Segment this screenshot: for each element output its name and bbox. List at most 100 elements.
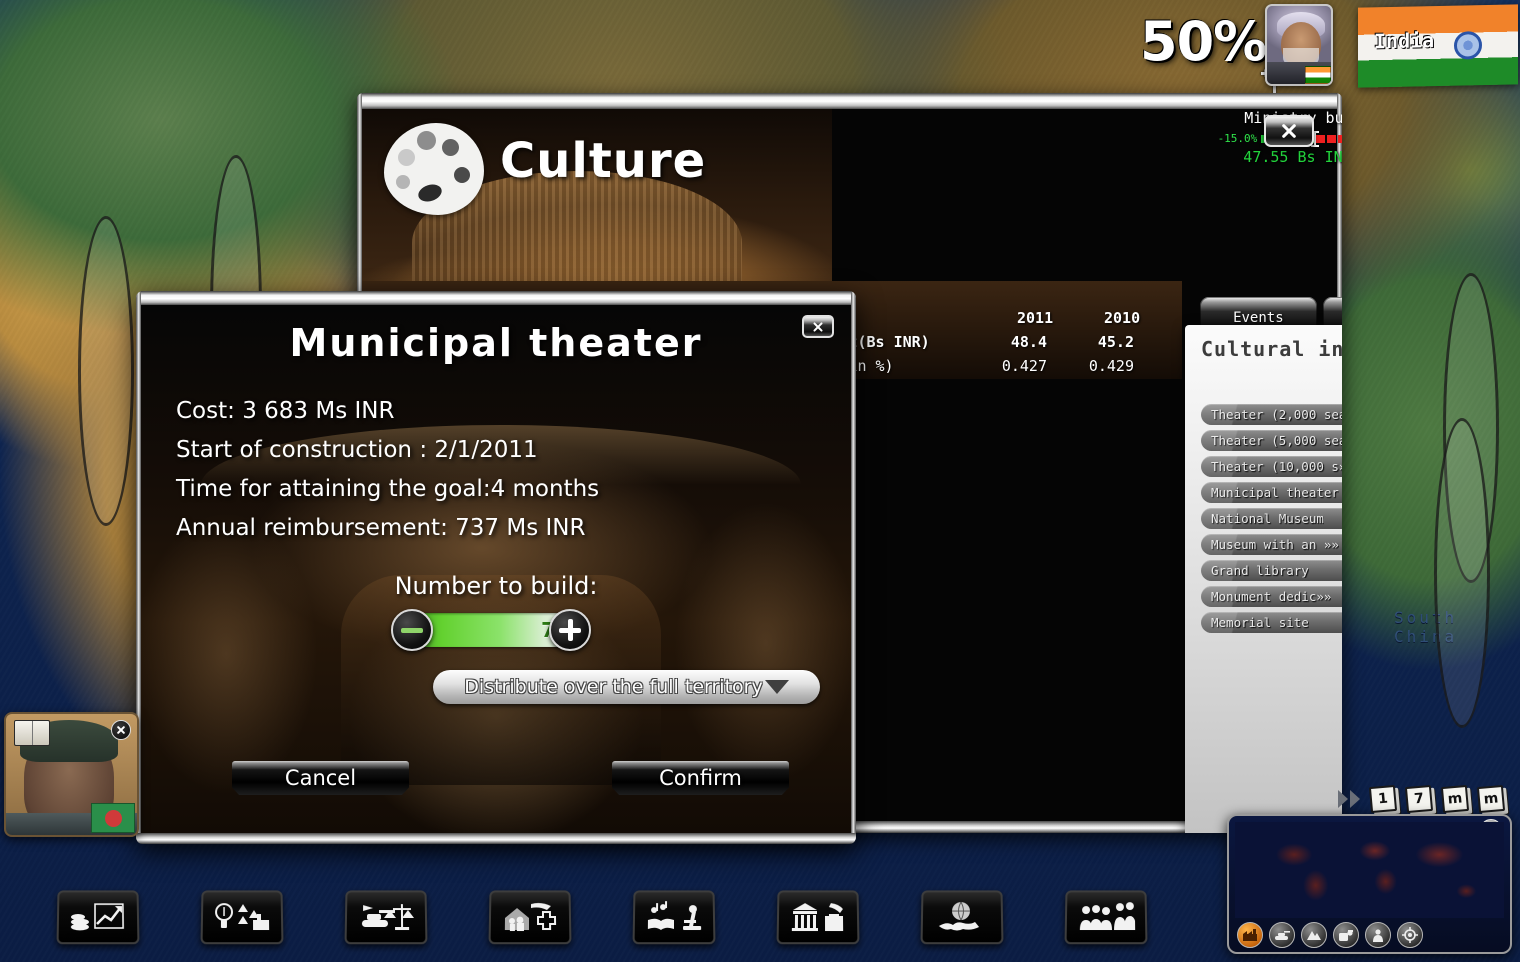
gauge-needle[interactable]: [1311, 130, 1320, 147]
construction-panel: Cultural institutions Actual Objective 2…: [1185, 325, 1342, 833]
table-row[interactable]: Theater (5,000 seats) 94 94 94: [1201, 429, 1342, 451]
speed-1-day-button[interactable]: 1: [1368, 784, 1398, 814]
leader-portrait[interactable]: [1265, 4, 1333, 86]
budget-indicators: Ministry budget -15.0% 15.0% 47.55 Bs IN…: [1157, 109, 1342, 194]
confirm-button[interactable]: Confirm: [612, 761, 789, 795]
ministry-housing-health-button[interactable]: [488, 890, 572, 945]
population-layer-button[interactable]: [1365, 922, 1391, 948]
resources-layer-button[interactable]: [1333, 922, 1359, 948]
stats-row-current: 0.427: [1001, 357, 1047, 375]
stats-year-previous: 2010: [1104, 309, 1141, 327]
city-marker[interactable]: [1434, 418, 1490, 728]
distribution-value: Distribute over the full territory: [464, 676, 763, 698]
ministry-energy-environment-button[interactable]: [200, 890, 284, 945]
minimap-world[interactable]: [1235, 822, 1504, 918]
panel-title: Cultural institutions: [1201, 337, 1342, 361]
decrease-button[interactable]: [391, 609, 433, 651]
row-name-cell[interactable]: Theater (10,000 s»» 28: [1201, 455, 1342, 477]
game-speed-controls: 1 7 m m: [1338, 784, 1506, 814]
speed-7-days-button[interactable]: 7: [1404, 784, 1434, 814]
ministry-education-research-button[interactable]: [632, 890, 716, 945]
distribution-select[interactable]: Distribute over the full territory: [433, 670, 820, 704]
fast-forward-icon[interactable]: [1338, 790, 1360, 808]
minimap-panel[interactable]: JAN 2011 01:00: [1227, 814, 1512, 954]
target-icon: [1402, 927, 1418, 943]
ministry-defense-justice-button[interactable]: [344, 890, 428, 945]
speed-months-button[interactable]: m: [1476, 784, 1506, 814]
stats-row-previous: 0.429: [1088, 357, 1134, 375]
palette-icon: [384, 123, 484, 215]
indicator-min: -15.0%: [1217, 132, 1258, 145]
ministry-population-social-button[interactable]: [1064, 890, 1148, 945]
row-name-cell[interactable]: Grand library 0: [1201, 559, 1342, 581]
industry-layer-button[interactable]: [1237, 922, 1263, 948]
cancel-button[interactable]: Cancel: [232, 761, 409, 795]
quantity-stepper[interactable]: 7: [391, 609, 591, 651]
ministry-banner: Culture: [362, 109, 832, 281]
row-name: Memorial site: [1211, 614, 1309, 630]
ashoka-chakra-icon: [1454, 31, 1482, 60]
factory-icon: [1243, 929, 1257, 941]
indicator-sub-text: 47.55 Bs INR: [1243, 148, 1342, 166]
country-flag[interactable]: India: [1358, 4, 1518, 88]
table-row[interactable]: Museum with an »» 1 1 1: [1201, 533, 1342, 555]
cultural-institutions-table: Theater (2,000 seats) 265 265 265 Theate…: [1201, 403, 1342, 637]
row-name-cell[interactable]: Memorial site 282: [1201, 611, 1342, 633]
ministry-culture-button[interactable]: [776, 890, 860, 945]
table-row[interactable]: Grand library 0 0 0: [1201, 559, 1342, 581]
row-name-cell[interactable]: Museum with an »» 1: [1201, 533, 1342, 555]
table-row[interactable]: Municipal theater 3 199 3 199 3 199: [1201, 481, 1342, 503]
book-microscope-icon: [647, 901, 702, 931]
row-name: Grand library: [1211, 562, 1309, 578]
speed-1-month-button[interactable]: m: [1440, 784, 1470, 814]
table-row[interactable]: National Museum 566 566 566: [1201, 507, 1342, 529]
row-name-cell[interactable]: National Museum 566: [1201, 507, 1342, 529]
row-name-cell[interactable]: Municipal theater 3 199: [1201, 481, 1342, 503]
build-dialog: Municipal theater Cost: 3 683 Ms INR Sta…: [136, 291, 856, 844]
dialog-start-date: Start of construction : 2/1/2011: [176, 437, 538, 463]
row-name-cell[interactable]: Theater (5,000 seats) 94: [1201, 429, 1342, 451]
country-name: India: [1374, 28, 1435, 54]
table-row[interactable]: Theater (2,000 seats) 265 265 265: [1201, 403, 1342, 425]
table-row[interactable]: Monument dedic»» 0 0 0: [1201, 585, 1342, 607]
advisor-close-button[interactable]: [111, 720, 131, 740]
close-icon: [812, 321, 824, 333]
window-titlebar: [357, 93, 1342, 109]
dialog-bottom-frame: [136, 833, 856, 844]
minus-icon: [401, 619, 423, 641]
military-layer-button[interactable]: [1269, 922, 1295, 948]
stats-row-current: 48.4: [1010, 333, 1047, 351]
bangladesh-flag-icon: [91, 803, 135, 833]
mountain-icon: [1307, 931, 1321, 940]
advisor-panel[interactable]: [4, 712, 139, 837]
row-name: Monument dedic»»: [1211, 588, 1332, 604]
city-marker[interactable]: [78, 216, 134, 526]
dialog-reimbursement: Annual reimbursement: 737 Ms INR: [176, 515, 586, 541]
stats-year-current: 2011: [1017, 309, 1054, 327]
row-name-cell[interactable]: Theater (2,000 seats) 265: [1201, 403, 1342, 425]
tank-scales-icon: [361, 904, 415, 931]
row-name: Theater (10,000 s»»: [1211, 458, 1342, 474]
people-icon: [1079, 902, 1136, 931]
stats-row-previous: 45.2: [1097, 333, 1134, 351]
row-name: Municipal theater: [1211, 484, 1339, 500]
table-row[interactable]: Memorial site 282 282 282: [1201, 611, 1342, 633]
increase-button[interactable]: [549, 609, 591, 651]
ministry-foreign-affairs-button[interactable]: [920, 890, 1004, 945]
bulb-recycle-icon: [213, 900, 270, 931]
dialog-right-frame: [851, 291, 856, 844]
ministry-economy-button[interactable]: [56, 890, 140, 945]
close-icon: [1280, 122, 1298, 140]
target-layer-button[interactable]: [1397, 922, 1423, 948]
dialog-close-button[interactable]: [802, 315, 834, 338]
dialog-duration: Time for attaining the goal:4 months: [176, 476, 600, 502]
row-name-cell[interactable]: Monument dedic»» 0: [1201, 585, 1342, 607]
terrain-layer-button[interactable]: [1301, 922, 1327, 948]
close-button[interactable]: [1264, 115, 1314, 147]
row-name: Theater (5,000 seats): [1211, 432, 1342, 448]
chevron-down-icon: [764, 680, 789, 694]
temple-ballot-icon: [791, 903, 844, 932]
table-row[interactable]: Theater (10,000 s»» 28 28 28: [1201, 455, 1342, 477]
number-to-build-label: Number to build:: [394, 572, 598, 600]
indicator-sub: 47.55 Bs INR: [1197, 148, 1342, 166]
